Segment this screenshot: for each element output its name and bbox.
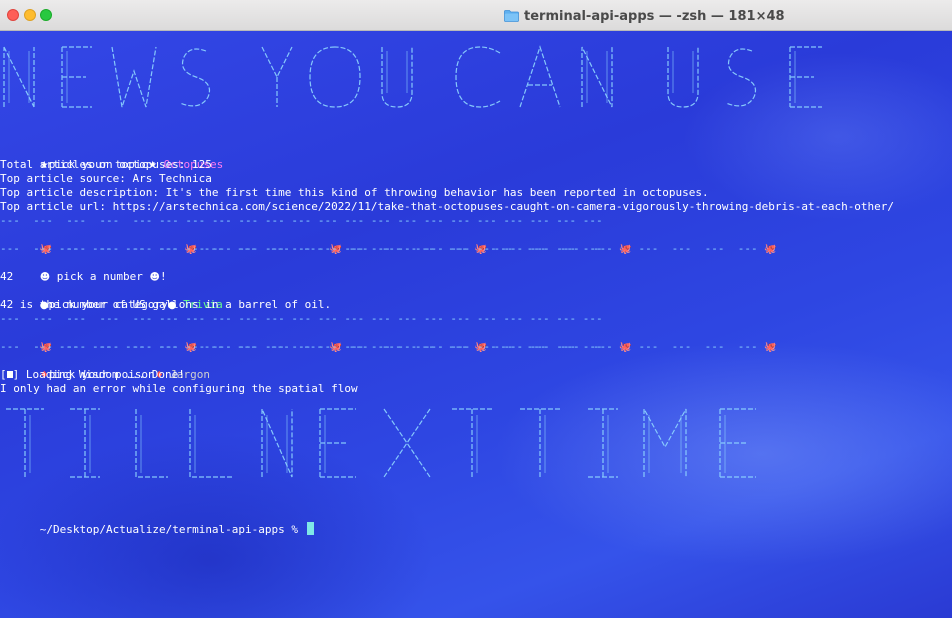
article-url[interactable]: Top article url: https://arstechnica.com… bbox=[0, 200, 894, 214]
number-prompt-line: ☻ pick a number ☻! bbox=[39, 270, 167, 283]
octopus-icon: 🐙 bbox=[619, 342, 632, 353]
window-title: terminal-api-apps — -zsh — 181×48 bbox=[504, 7, 785, 25]
separator-dashes: --- --- --- --- --- --- --- --- --- --- … bbox=[0, 340, 603, 353]
ascii-banner-news bbox=[0, 41, 840, 113]
folder-icon bbox=[504, 10, 519, 22]
separator-dashes: --- --- --- --- --- --- --- --- --- --- … bbox=[0, 242, 603, 255]
shell-prompt: ~/Desktop/Actualize/terminal-api-apps % bbox=[39, 523, 305, 536]
octopus-separator: 🐙 --- --- --- --- 🐙 --- --- --- --- 🐙 --… bbox=[39, 340, 777, 353]
category-prompt-line: ●pick your category● Trivia bbox=[0, 284, 223, 311]
loading-text: ] Loading Wisdom ... Done! bbox=[12, 368, 185, 381]
article-source: Top article source: Ars Technica bbox=[0, 172, 212, 185]
text-cursor[interactable] bbox=[306, 522, 314, 535]
octopus-icon: 🐙 bbox=[764, 244, 777, 255]
disguised-face-icon: ☻ bbox=[39, 272, 51, 283]
topic-prompt-line: ★pick your topic★ Octopuses bbox=[0, 144, 224, 171]
number-answer: 42 bbox=[0, 270, 14, 283]
octopus-separator: 🐙 --- --- --- --- 🐙 --- --- --- --- 🐙 --… bbox=[39, 242, 777, 255]
shell-prompt-line[interactable]: ~/Desktop/Actualize/terminal-api-apps % bbox=[0, 508, 314, 536]
wisdom-text: I only had an error while configuring th… bbox=[0, 382, 358, 395]
poison-prompt-line: ♦pick your poison♦ Jargon bbox=[0, 354, 210, 381]
octopus-icon: 🐙 bbox=[619, 244, 632, 255]
octopus-icon: 🐙 bbox=[764, 342, 777, 353]
total-articles: Total articles on octopuses: 125 bbox=[0, 158, 212, 171]
ascii-banner-til-next-time bbox=[0, 403, 770, 485]
trivia-result: 42 is the number of US gallons in a barr… bbox=[0, 298, 332, 311]
number-prompt: pick a number bbox=[50, 270, 150, 283]
zoom-window-button[interactable] bbox=[40, 9, 52, 21]
separator-dashes: --- --- --- --- --- --- --- --- --- --- … bbox=[0, 312, 603, 325]
terminal-content[interactable]: ★pick your topic★ Octopuses Total articl… bbox=[0, 31, 952, 618]
title-bar[interactable]: terminal-api-apps — -zsh — 181×48 bbox=[0, 0, 952, 31]
article-description: Top article description: It's the first … bbox=[0, 186, 709, 199]
separator-dashes: --- --- --- --- --- --- --- --- --- --- … bbox=[0, 214, 603, 227]
close-window-button[interactable] bbox=[7, 9, 19, 21]
loading-line: [] Loading Wisdom ... Done! bbox=[0, 368, 185, 381]
window-title-text: terminal-api-apps — -zsh — 181×48 bbox=[524, 8, 785, 24]
minimize-window-button[interactable] bbox=[24, 9, 36, 21]
disguised-face-icon: ☻ bbox=[149, 272, 160, 283]
terminal-window: terminal-api-apps — -zsh — 181×48 ★pick … bbox=[0, 0, 952, 618]
